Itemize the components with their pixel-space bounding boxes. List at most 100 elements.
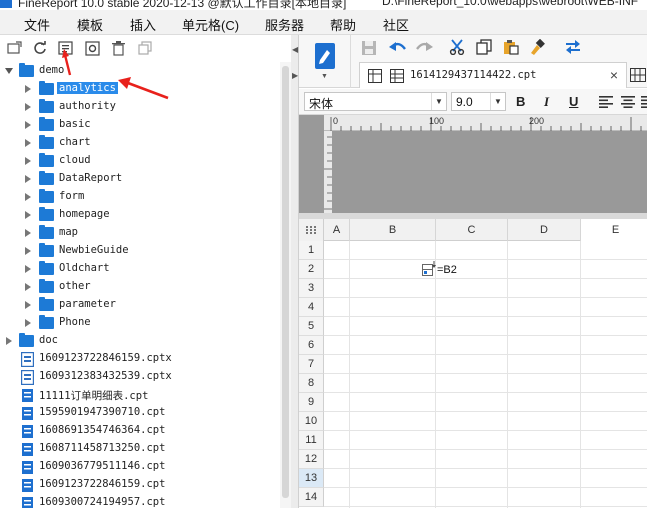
tree-scrollbar-thumb[interactable] [282, 66, 289, 498]
collapsed-arrow-icon[interactable] [24, 192, 32, 202]
collapsed-arrow-icon[interactable] [24, 102, 32, 112]
tree-scrollbar[interactable] [280, 62, 291, 508]
copy-icon[interactable] [137, 40, 153, 56]
menu-file[interactable]: 文件 [24, 15, 50, 34]
align-center-icon[interactable] [621, 96, 635, 108]
column-header[interactable]: B [350, 219, 436, 241]
collapsed-arrow-icon[interactable] [24, 282, 32, 292]
collapsed-arrow-icon[interactable] [24, 246, 32, 256]
row-header[interactable]: 7 [299, 355, 324, 374]
collapsed-arrow-icon[interactable] [24, 174, 32, 184]
chevron-down-icon[interactable]: ▼ [431, 93, 446, 110]
column-header[interactable]: D [508, 219, 581, 241]
swap-icon[interactable] [564, 40, 582, 57]
collapsed-arrow-icon[interactable] [24, 120, 32, 130]
row-header[interactable]: 8 [299, 374, 324, 393]
tab-template[interactable]: 1614129437114422.cpt × [359, 62, 627, 88]
redo-icon[interactable] [415, 39, 433, 58]
menu-template[interactable]: 模板 [77, 15, 103, 34]
menu-server[interactable]: 服务器 [265, 15, 304, 34]
menu-help[interactable]: 帮助 [330, 15, 356, 34]
tab-grid-icon[interactable] [630, 68, 646, 82]
save-icon[interactable] [361, 40, 377, 59]
menu-community[interactable]: 社区 [383, 15, 409, 34]
tree-node-phone[interactable]: Phone [0, 314, 280, 332]
align-right-icon[interactable] [641, 96, 647, 108]
tree-node-newbieguide[interactable]: NewbieGuide [0, 242, 280, 260]
chevron-down-icon[interactable]: ▼ [490, 93, 505, 110]
tree-node-map[interactable]: map [0, 224, 280, 242]
settings-icon[interactable] [84, 40, 100, 56]
tree-file-item[interactable]: 1609312383432539.cptx [0, 368, 280, 386]
row-header[interactable]: 5 [299, 317, 324, 336]
row-header[interactable]: 12 [299, 450, 324, 469]
tree-file-item[interactable]: 1609300724194957.cpt [0, 494, 280, 508]
collapsed-arrow-icon[interactable] [24, 318, 32, 328]
cell-c2[interactable]: =B2 [437, 264, 457, 276]
copy-cell-icon[interactable] [476, 39, 492, 58]
tree-file-item[interactable]: 11111订单明细表.cpt [0, 386, 280, 404]
row-header[interactable]: 2 [299, 260, 324, 279]
font-size-select[interactable]: 9.0 ▼ [451, 92, 506, 111]
collapse-left-icon[interactable]: ◀ [292, 45, 298, 54]
tree-node-parameter[interactable]: parameter [0, 296, 280, 314]
expand-right-icon[interactable]: ▶ [292, 71, 298, 80]
expanded-arrow-icon[interactable] [5, 66, 13, 76]
menu-cell[interactable]: 单元格(C) [182, 15, 239, 34]
undo-icon[interactable] [389, 39, 407, 58]
row-header[interactable]: 9 [299, 393, 324, 412]
collapsed-arrow-icon[interactable] [24, 84, 32, 94]
tree-node-other[interactable]: other [0, 278, 280, 296]
row-header[interactable]: 3 [299, 279, 324, 298]
tree-node-chart[interactable]: chart [0, 134, 280, 152]
tree-file-item[interactable]: 1609123722846159.cpt [0, 476, 280, 494]
row-header[interactable]: 13 [299, 469, 324, 488]
tree-file-item[interactable]: 1609036779511146.cpt [0, 458, 280, 476]
tree-node-doc[interactable]: doc [0, 332, 280, 350]
column-header[interactable]: C [436, 219, 508, 241]
cut-icon[interactable] [449, 39, 465, 58]
collapsed-arrow-icon[interactable] [24, 210, 32, 220]
dropdown-arrow-icon[interactable]: ▼ [321, 73, 328, 80]
collapsed-arrow-icon[interactable] [24, 300, 32, 310]
underline-button[interactable]: U [569, 94, 578, 109]
collapsed-arrow-icon[interactable] [24, 228, 32, 238]
bold-button[interactable]: B [516, 94, 525, 109]
tree-file-item[interactable]: 1608691354746364.cpt [0, 422, 280, 440]
collapsed-arrow-icon[interactable] [24, 264, 32, 274]
tree-node-homepage[interactable]: homepage [0, 206, 280, 224]
row-header[interactable]: 1 [299, 241, 324, 260]
tree-node-cloud[interactable]: cloud [0, 152, 280, 170]
close-tab-icon[interactable]: × [610, 67, 618, 83]
spreadsheet-grid[interactable]: A B C D E 1 2 3 4 5 6 7 8 9 10 11 12 13 … [299, 219, 647, 508]
tree-node-form[interactable]: form [0, 188, 280, 206]
row-header[interactable]: 10 [299, 412, 324, 431]
panel-splitter[interactable]: ◀ ▶ [291, 35, 299, 508]
collapsed-arrow-icon[interactable] [5, 336, 13, 346]
row-header[interactable]: 4 [299, 298, 324, 317]
tree-file-item[interactable]: 1595901947390710.cpt [0, 404, 280, 422]
format-painter-icon[interactable] [529, 38, 545, 58]
new-folder-icon[interactable] [6, 40, 22, 56]
collapsed-arrow-icon[interactable] [24, 138, 32, 148]
tree-node-basic[interactable]: basic [0, 116, 280, 134]
tree-file-item[interactable]: 1608711458713250.cpt [0, 440, 280, 458]
collapsed-arrow-icon[interactable] [24, 156, 32, 166]
design-template-icon[interactable] [314, 42, 336, 70]
column-header[interactable]: A [324, 219, 350, 241]
row-header[interactable]: 6 [299, 336, 324, 355]
menu-insert[interactable]: 插入 [130, 15, 156, 34]
row-header[interactable]: 14 [299, 488, 324, 507]
paste-icon[interactable] [503, 39, 519, 58]
column-header[interactable]: E [581, 219, 647, 241]
delete-icon[interactable] [110, 40, 126, 56]
font-family-select[interactable]: 宋体 ▼ [304, 92, 447, 111]
tree-node-oldchart[interactable]: Oldchart [0, 260, 280, 278]
select-all-corner[interactable] [299, 219, 324, 241]
align-left-icon[interactable] [599, 96, 613, 108]
tree-node-datareport[interactable]: DataReport [0, 170, 280, 188]
tree-file-item[interactable]: 1609123722846159.cptx [0, 350, 280, 368]
italic-button[interactable]: I [544, 94, 549, 110]
refresh-icon[interactable] [32, 40, 48, 56]
row-header[interactable]: 11 [299, 431, 324, 450]
